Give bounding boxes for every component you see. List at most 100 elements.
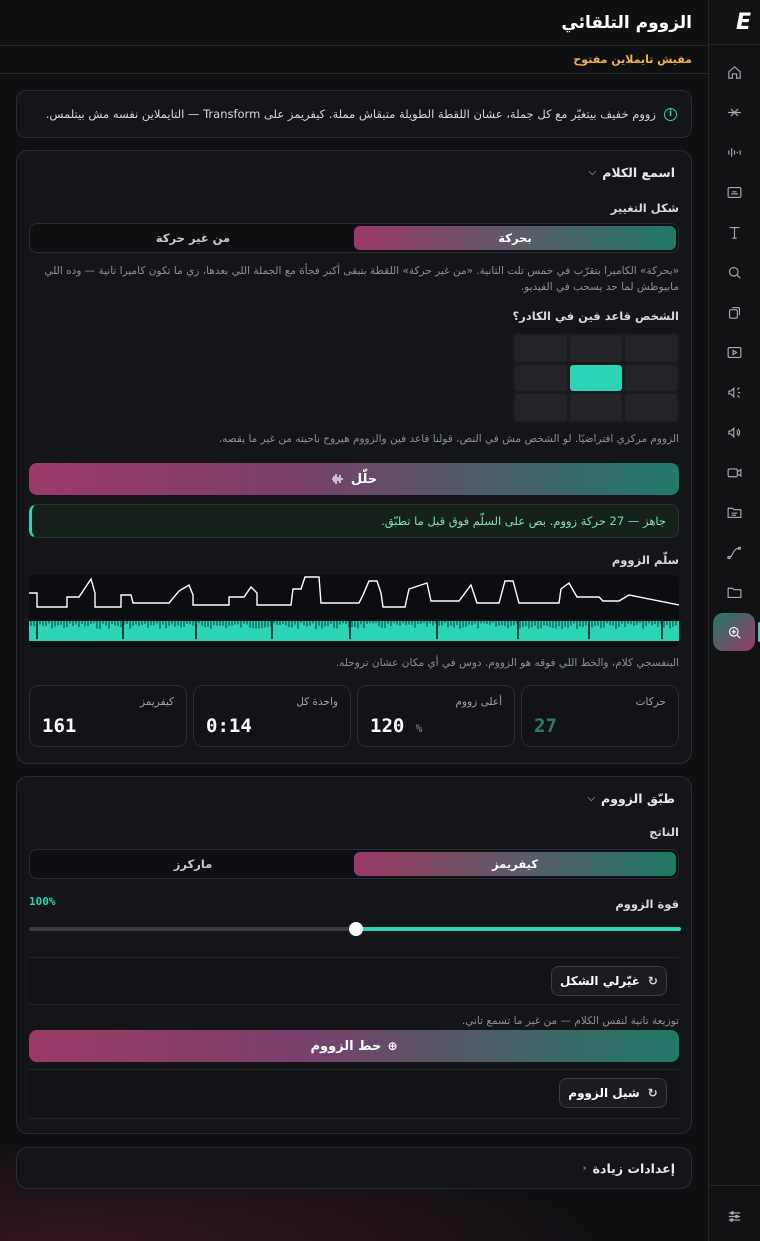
- chevron-down-icon: ⌵: [588, 166, 597, 178]
- sidebar-item-waveform[interactable]: [708, 132, 760, 172]
- strength-value: 100%: [29, 895, 56, 908]
- sidebar: E: [708, 0, 760, 1241]
- folder-list-icon: [727, 507, 741, 518]
- sliders-icon: [728, 1210, 740, 1222]
- chevron-left-icon: ‹: [582, 1162, 587, 1174]
- sidebar-item-audio-fx[interactable]: [708, 372, 760, 412]
- position-cell-bottom-right[interactable]: [625, 394, 677, 421]
- result-option-keyframes[interactable]: كيفريمز: [354, 852, 676, 876]
- slider-thumb[interactable]: [349, 922, 363, 936]
- result-option-markers[interactable]: ماركرز: [32, 852, 354, 876]
- position-cell-top-center[interactable]: [570, 335, 622, 362]
- sidebar-item-curve[interactable]: [708, 532, 760, 572]
- more-settings-panel[interactable]: إعدادات زيادة ‹: [16, 1147, 692, 1189]
- sidebar-item-folder[interactable]: [708, 572, 760, 612]
- position-label: الشخص قاعد فين في الكادر؟: [512, 309, 680, 323]
- shape-toggle: بحركة من غير حركة: [29, 223, 679, 253]
- sidebar-item-folder-list[interactable]: [708, 492, 760, 532]
- apply-panel-header[interactable]: طبّق الزووم ⌵: [17, 777, 691, 819]
- sidebar-item-text[interactable]: [708, 212, 760, 252]
- result-toggle: كيفريمز ماركرز: [29, 849, 679, 879]
- reshape-button[interactable]: ↻ غيّرلي الشكل: [551, 966, 667, 996]
- stat-value: 120: [370, 715, 405, 737]
- speech-band: [29, 621, 679, 641]
- position-cell-top-left[interactable]: [515, 335, 567, 362]
- stair-help: البنفسجي كلام، والخط اللي فوقه هو الزووم…: [335, 657, 679, 669]
- info-icon: i: [664, 107, 677, 121]
- audio-fx-icon: [727, 386, 740, 398]
- timeline-status-bar: مفيش تايملاين مفتوح: [0, 46, 708, 74]
- remove-zoom-button[interactable]: ↻ شيل الزووم: [559, 1078, 667, 1108]
- position-cell-middle-right[interactable]: [625, 364, 677, 392]
- stat-title: واحدة كل: [296, 696, 338, 708]
- stat-value-wrap: 120 %: [370, 715, 422, 737]
- remove-area: ↻ شيل الزووم: [29, 1069, 679, 1119]
- home-icon: [727, 65, 741, 79]
- sidebar-item-copy[interactable]: [708, 292, 760, 332]
- sidebar-item-video[interactable]: [708, 332, 760, 372]
- page-title: الزووم التلقائي: [561, 12, 692, 33]
- apply-panel: طبّق الزووم ⌵ الناتج كيفريمز ماركرز قوة …: [16, 776, 692, 1134]
- position-cell-middle-left[interactable]: [515, 364, 567, 392]
- apply-panel-title: طبّق الزووم: [601, 790, 675, 806]
- info-card: i زووم خفيف بيتغيّر مع كل جملة، عشان الل…: [16, 90, 692, 138]
- sidebar-item-volume[interactable]: [708, 412, 760, 452]
- volume-icon: [727, 426, 740, 438]
- shape-option-static[interactable]: من غير حركة: [32, 226, 354, 250]
- stat-title: حركات: [635, 696, 666, 708]
- sidebar-item-auto-zoom[interactable]: [708, 612, 760, 652]
- listen-panel: اسمع الكلام ⌵ شكل التغيير بحركة من غير ح…: [16, 150, 692, 764]
- apply-zoom-label: حط الزووم: [310, 1038, 382, 1054]
- main-content: الزووم التلقائي مفيش تايملاين مفتوح i زو…: [0, 0, 708, 1241]
- position-cell-bottom-left[interactable]: [515, 394, 567, 421]
- copy-icon: [728, 306, 740, 319]
- captions-icon: [727, 186, 741, 198]
- sidebar-item-settings[interactable]: [708, 1196, 760, 1236]
- shape-help: «بحركة» الكاميرا بتقرّب في خمس تلت الثان…: [44, 265, 679, 293]
- status-text: جاهز — 27 حركة زووم. بص على السلّم فوق ق…: [381, 514, 666, 528]
- remove-zoom-label: شيل الزووم: [568, 1086, 640, 1100]
- reshape-label: غيّرلي الشكل: [560, 974, 640, 988]
- sidebar-item-captions[interactable]: [708, 172, 760, 212]
- video-icon: [727, 346, 741, 358]
- active-pill: [713, 613, 755, 651]
- divider: [708, 1185, 760, 1186]
- topbar: الزووم التلقائي: [0, 0, 708, 46]
- divider: [708, 44, 760, 45]
- zoom-stair-graph[interactable]: [29, 575, 679, 647]
- shape-label: شكل التغيير: [610, 201, 679, 215]
- listen-panel-title: اسمع الكلام: [602, 164, 675, 180]
- stair-label: سلّم الزووم: [611, 553, 679, 567]
- stat-title: أعلى زووم: [455, 696, 502, 708]
- cut-icon: [727, 108, 741, 116]
- stat-value: 27: [534, 715, 557, 737]
- folder-icon: [727, 587, 741, 598]
- stat-value: 0:14: [206, 715, 252, 737]
- info-text: زووم خفيف بيتغيّر مع كل جملة، عشان اللقط…: [45, 107, 656, 121]
- more-settings-title: إعدادات زيادة: [592, 1160, 675, 1176]
- position-cell-bottom-center[interactable]: [570, 394, 622, 421]
- sidebar-item-home[interactable]: [708, 52, 760, 92]
- listen-panel-header[interactable]: اسمع الكلام ⌵: [17, 151, 691, 193]
- shape-option-animated[interactable]: بحركة: [354, 226, 676, 250]
- chevron-down-icon: ⌵: [587, 792, 596, 804]
- sidebar-item-search[interactable]: [708, 252, 760, 292]
- more-settings-header[interactable]: إعدادات زيادة ‹: [17, 1148, 691, 1188]
- apply-zoom-button[interactable]: ⊕ حط الزووم: [29, 1030, 679, 1062]
- waveform-icon: [331, 474, 343, 484]
- sidebar-item-cut[interactable]: [708, 92, 760, 132]
- curve-icon: [726, 546, 741, 559]
- waveform-icon: [727, 147, 741, 157]
- strength-label: قوة الزووم: [615, 897, 679, 911]
- zoom-icon: [728, 626, 741, 639]
- app-logo[interactable]: E: [720, 10, 751, 36]
- timeline-status: مفيش تايملاين مفتوح: [573, 53, 692, 66]
- position-cell-top-right[interactable]: [625, 335, 677, 362]
- stat-moves: حركات 27: [521, 685, 679, 747]
- sidebar-item-camera[interactable]: [708, 452, 760, 492]
- analyze-button[interactable]: حلّل: [29, 463, 679, 495]
- position-cell-middle-center[interactable]: [570, 364, 622, 392]
- slider-fill: [356, 927, 681, 931]
- stat-value: 161: [42, 715, 77, 737]
- stat-unit: %: [415, 722, 423, 735]
